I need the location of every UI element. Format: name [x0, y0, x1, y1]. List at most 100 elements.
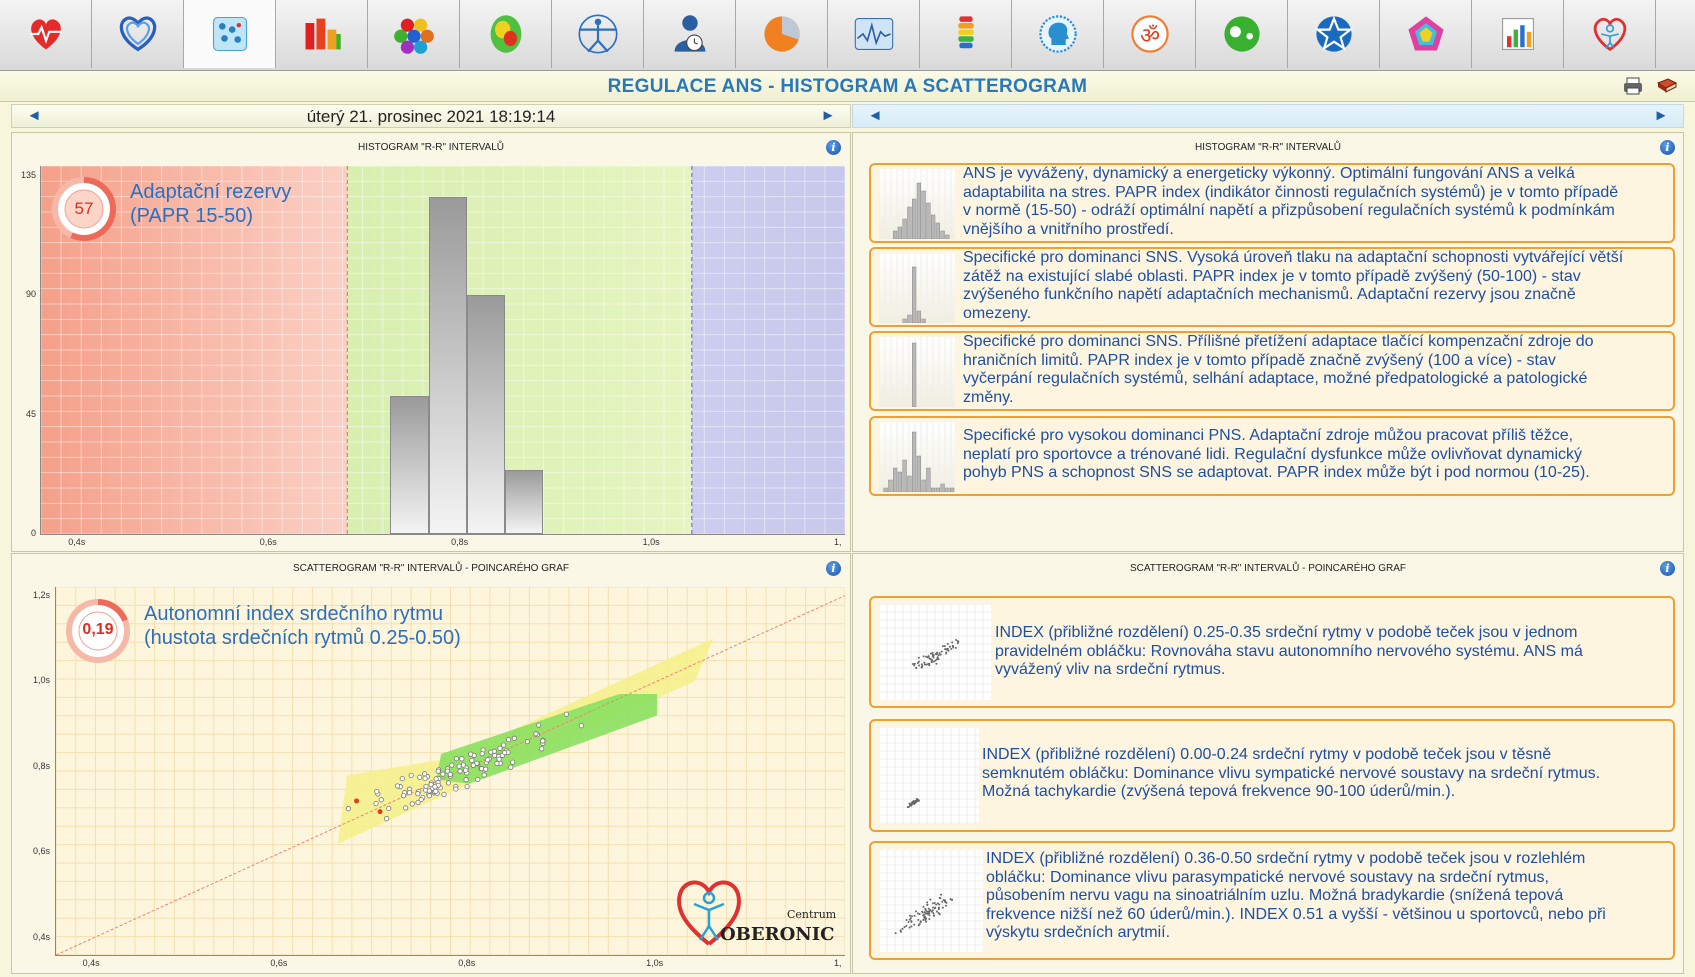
next-record-arrow-icon[interactable]: ► [820, 108, 836, 124]
vitruvian-man-icon [577, 14, 618, 54]
scatter-y-tick: 0,8s [32, 760, 50, 771]
scatter-description-item: INDEX (přibližné rozdělení) 0.00-0.24 sr… [869, 719, 1675, 832]
toolbar-button-hexagon-cluster[interactable] [368, 0, 460, 68]
scatter-x-tick: 0,6s [270, 958, 288, 968]
rr-point [403, 805, 409, 811]
histogram-x-tick: 1, [834, 537, 842, 547]
title-bar: REGULACE ANS - HISTOGRAM A SCATTEROGRAM [0, 71, 1695, 102]
rr-point [494, 760, 500, 767]
description-line: výskytu srdečních arytmií. [986, 924, 1171, 941]
autonomic-index-value: 0,19 [82, 621, 114, 638]
toolbar-button-om-symbol[interactable]: ॐ [1104, 0, 1196, 68]
rr-point [502, 749, 508, 756]
scatter-x-tick: 1,0s [646, 958, 664, 968]
toolbar-button-dot-grid[interactable] [184, 0, 276, 68]
histogram-bar [505, 470, 544, 534]
rr-point [511, 735, 517, 741]
description-line: změny. [963, 388, 1014, 406]
autonomic-index-label: Autonomní index srdečního rytmu (hustota… [144, 602, 461, 650]
rr-point [536, 722, 542, 728]
head-profile-icon [1038, 15, 1077, 53]
scatter-x-tick: 0,8s [458, 958, 476, 968]
toolbar-button-bar-chart[interactable] [276, 0, 368, 68]
toolbar-button-radar-pentagon[interactable] [1380, 0, 1472, 68]
info-icon[interactable]: i [826, 140, 841, 155]
book-icon[interactable] [1656, 75, 1678, 97]
rr-point [533, 731, 539, 737]
description-line: Specifické pro dominanci SNS. Vysoká úro… [963, 249, 1624, 266]
description-line: pravidelném obláčku: Rovnováha stavu aut… [995, 642, 1583, 660]
info-icon[interactable]: i [1660, 140, 1675, 155]
rr-point [453, 756, 460, 762]
toolbar-button-mini-bar-chart[interactable] [1472, 0, 1564, 68]
rr-point [415, 799, 421, 806]
toolbar-button-heart-pulse[interactable] [0, 0, 92, 68]
toolbar-button-yin-yang[interactable] [1196, 0, 1288, 68]
info-icon[interactable]: i [826, 561, 841, 576]
description-line: vyčerpání regulačních systémů, selhání a… [963, 370, 1588, 387]
histogram-description-item: Specifické pro vysokou dominanci PNS. Ad… [869, 416, 1675, 496]
rr-point [373, 800, 379, 807]
oberonic-logo-icon [1593, 17, 1626, 52]
dot-grid-icon [212, 16, 247, 52]
rr-point [422, 771, 428, 777]
rr-point [374, 788, 380, 795]
toolbar-button-star[interactable] [1288, 0, 1380, 68]
rr-point [508, 764, 514, 770]
toolbar-button-spine[interactable] [920, 0, 1012, 68]
rr-point [463, 767, 469, 773]
toolbar-button-user-clock[interactable] [644, 0, 736, 68]
scatter-y-tick: 0,4s [32, 931, 50, 942]
rr-point [433, 776, 439, 782]
rr-point [426, 788, 432, 794]
rr-point [524, 739, 531, 745]
compare-next-arrow-icon[interactable]: ► [1653, 108, 1669, 124]
description-line: Specifické pro dominanci SNS. Přílišné p… [963, 333, 1594, 350]
description-line: INDEX (přibližné rozdělení) 0.00-0.24 sr… [982, 746, 1552, 763]
rr-outlier-point [354, 798, 360, 804]
description-line: omezeny. [963, 304, 1032, 322]
description-line: INDEX (přibližné rozdělení) 0.25-0.35 sr… [995, 624, 1578, 641]
rr-point [415, 791, 421, 797]
histogram-panel: HISTOGRAM "R-R" INTERVALŮ i 57 Adaptační… [11, 132, 851, 552]
toolbar-button-brain-map[interactable] [460, 0, 552, 68]
histogram-description-item: Specifické pro dominanci SNS. Přílišné p… [869, 331, 1675, 411]
rr-point [509, 759, 516, 765]
histogram-y-tick: 0 [30, 528, 36, 538]
rr-point [485, 757, 491, 763]
rr-point [445, 780, 452, 786]
description-line: vnějšího a vnitřního prostředí. [963, 220, 1174, 238]
papr-label: Adaptační rezervy (PAPR 15-50) [130, 180, 291, 228]
rr-outlier-point [377, 809, 383, 815]
rr-point [468, 751, 474, 757]
histogram-thumbnail [878, 253, 955, 324]
rr-point [426, 793, 432, 799]
info-icon[interactable]: i [1660, 561, 1675, 576]
compare-prev-arrow-icon[interactable]: ◄ [867, 108, 883, 124]
description-line: adaptabilita na stres. PAPR index (indik… [963, 183, 1619, 201]
toolbar-button-waveform-monitor[interactable] [828, 0, 920, 68]
rr-point [453, 786, 459, 792]
rr-point [464, 783, 470, 790]
rr-point [540, 738, 546, 744]
toolbar-button-double-heart[interactable] [92, 0, 184, 68]
scatter-thumbnail [878, 603, 991, 700]
printer-icon[interactable] [1622, 75, 1644, 97]
toolbar-button-oberonic-logo[interactable] [1564, 0, 1656, 68]
rr-point [435, 768, 441, 774]
description-line: pohyb PNS a schopnost SNS se adaptovat. … [963, 464, 1590, 481]
rr-point [459, 756, 465, 762]
scatter-x-tick: 0,4s [82, 958, 100, 968]
description-text: Specifické pro vysokou dominanci PNS. Ad… [963, 427, 1673, 483]
rr-point [470, 762, 476, 768]
rr-point [469, 757, 475, 764]
papr-label-line2: (PAPR 15-50) [130, 205, 254, 227]
yin-yang-icon [1223, 16, 1260, 52]
histogram-bar [428, 197, 467, 534]
brain-map-icon [490, 15, 521, 53]
toolbar-button-head-profile[interactable] [1012, 0, 1104, 68]
bar-chart-icon [305, 18, 341, 50]
histogram-x-tick: 0,4s [68, 537, 86, 547]
toolbar-button-pie-chart[interactable] [736, 0, 828, 68]
toolbar-button-vitruvian-man[interactable] [552, 0, 644, 68]
